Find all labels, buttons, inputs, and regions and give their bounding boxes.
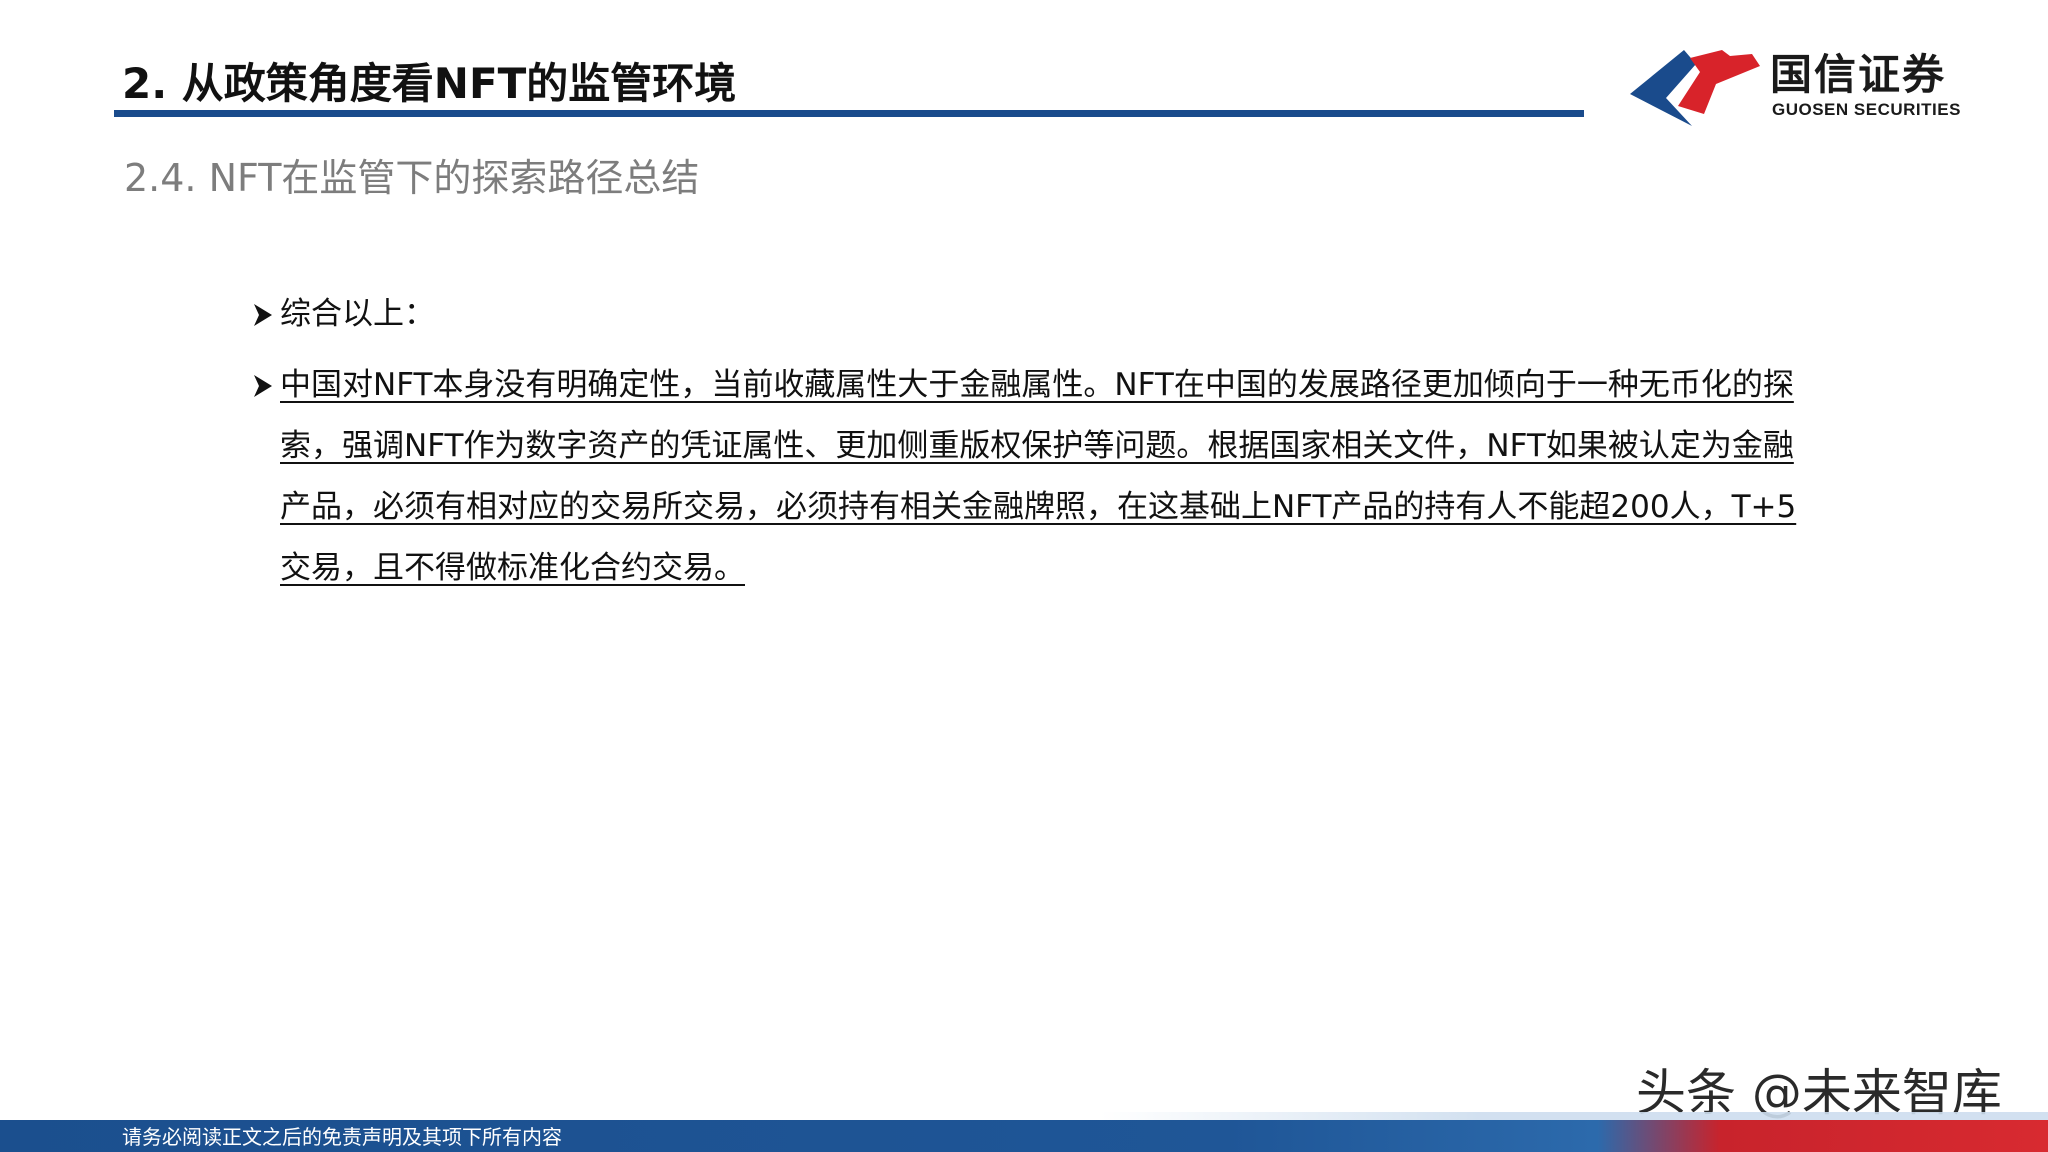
guosen-logo-mark-icon bbox=[1630, 50, 1760, 126]
bullet-item-detail: 中国对NFT本身没有明确定性，当前收藏属性大于金融属性。NFT在中国的发展路径更… bbox=[250, 355, 1800, 605]
logo-name-cn: 国信证券 bbox=[1770, 50, 1947, 99]
bullet-item-summary: 综合以上： bbox=[250, 284, 1800, 346]
arrow-bullet-icon bbox=[254, 375, 272, 397]
slide-title: 2. 从政策角度看NFT的监管环境 bbox=[122, 59, 737, 108]
logo-name-en: GUOSEN SECURITIES bbox=[1772, 100, 1961, 119]
arrow-bullet-icon bbox=[254, 304, 272, 326]
section-heading: 2.4. NFT在监管下的探索路径总结 bbox=[124, 156, 700, 200]
title-divider bbox=[114, 110, 1584, 117]
footer-disclaimer: 请务必阅读正文之后的免责声明及其项下所有内容 bbox=[122, 1125, 562, 1149]
bullet-text: 中国对NFT本身没有明确定性，当前收藏属性大于金融属性。NFT在中国的发展路径更… bbox=[280, 367, 1797, 586]
company-logo: 国信证券 GUOSEN SECURITIES bbox=[1626, 44, 1966, 130]
bullet-text: 综合以上： bbox=[280, 296, 435, 332]
